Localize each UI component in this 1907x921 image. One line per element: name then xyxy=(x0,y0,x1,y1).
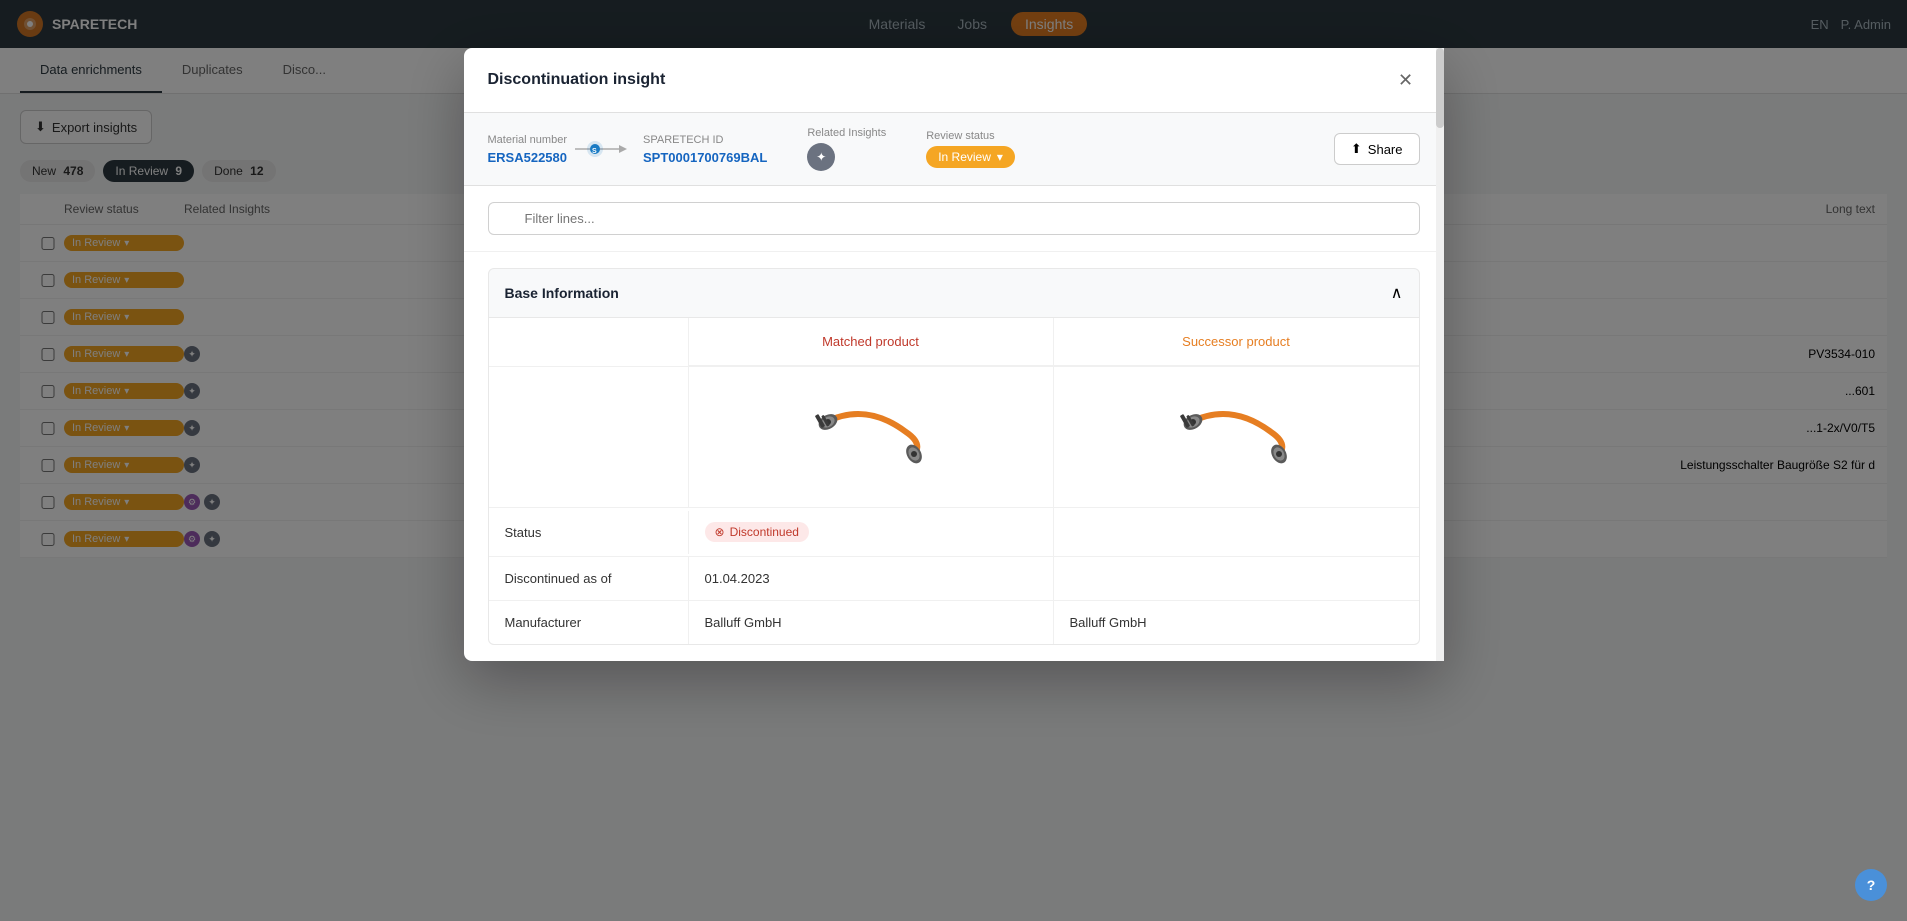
section-body: Matched product Successor product xyxy=(488,318,1420,645)
modal-title: Discontinuation insight xyxy=(488,71,666,89)
base-information-section: Base Information ∧ Matched product Succe… xyxy=(488,268,1420,645)
share-icon: ⬆ xyxy=(1351,141,1362,157)
discontinuation-modal: Discontinuation insight ✕ Material numbe… xyxy=(464,48,1444,661)
filter-lines-input[interactable] xyxy=(488,202,1420,235)
close-button[interactable]: ✕ xyxy=(1392,66,1420,94)
sparetech-id-label: SPARETECH ID xyxy=(643,134,767,146)
status-row: Status ⊗ Discontinued xyxy=(489,508,1419,557)
scrollbar-track[interactable] xyxy=(1436,48,1444,661)
filter-search-area: 🔍 xyxy=(464,186,1444,252)
section-header[interactable]: Base Information ∧ xyxy=(488,268,1420,318)
status-value: ⊗ Discontinued xyxy=(689,508,1054,556)
review-status-pill[interactable]: In Review ▾ xyxy=(926,146,1015,168)
product-images-row xyxy=(489,367,1419,508)
status-value-right xyxy=(1054,518,1419,546)
filter-input-wrap: 🔍 xyxy=(488,202,1420,235)
circle-x-icon: ⊗ xyxy=(715,525,725,539)
chevron-down-icon: ▾ xyxy=(997,150,1003,164)
successor-product-header: Successor product xyxy=(1054,318,1419,366)
share-button[interactable]: ⬆ Share xyxy=(1334,133,1420,165)
link-arrow: S xyxy=(575,139,635,159)
sparetech-id-value[interactable]: SPT0001700769BAL xyxy=(643,150,767,165)
discontinued-date-value: 01.04.2023 xyxy=(689,557,1054,600)
product-compare-header: Matched product Successor product xyxy=(489,318,1419,367)
review-status-group: Review status In Review ▾ xyxy=(926,130,1015,168)
scrollbar-thumb[interactable] xyxy=(1436,48,1444,128)
successor-product-image xyxy=(1054,367,1419,507)
share-btn-label: Share xyxy=(1368,142,1403,157)
modal-overlay[interactable]: Discontinuation insight ✕ Material numbe… xyxy=(0,0,1907,921)
manufacturer-row: Manufacturer Balluff GmbH Balluff GmbH xyxy=(489,601,1419,644)
successor-product-svg xyxy=(1171,392,1301,482)
status-label: Status xyxy=(489,511,689,554)
discontinued-badge: ⊗ Discontinued xyxy=(705,522,809,542)
review-status-label: Review status xyxy=(926,130,1015,142)
modal-header: Discontinuation insight ✕ xyxy=(464,48,1444,113)
manufacturer-matched: Balluff GmbH xyxy=(689,601,1054,644)
matched-product-image xyxy=(689,367,1054,507)
related-insights-group: Related Insights ✦ xyxy=(807,127,886,171)
matched-product-svg xyxy=(806,392,936,482)
modal-info-bar: Material number ERSA522580 S SPARETECH I… xyxy=(464,113,1444,186)
material-number-value[interactable]: ERSA522580 xyxy=(488,150,568,165)
related-insights-label: Related Insights xyxy=(807,127,886,139)
help-button[interactable]: ? xyxy=(1855,869,1887,901)
manufacturer-successor: Balluff GmbH xyxy=(1054,601,1419,644)
matched-product-header: Matched product xyxy=(689,318,1054,366)
related-insights-icon[interactable]: ✦ xyxy=(807,143,835,171)
section-title: Base Information xyxy=(505,285,619,301)
material-number-group: Material number ERSA522580 xyxy=(488,134,568,165)
sparetech-id-group: SPARETECH ID SPT0001700769BAL xyxy=(643,134,767,165)
material-link-area: Material number ERSA522580 S SPARETECH I… xyxy=(488,134,768,165)
modal-body[interactable]: 🔍 Base Information ∧ Matched product Suc… xyxy=(464,186,1444,661)
material-number-label: Material number xyxy=(488,134,568,146)
discontinued-date-row: Discontinued as of 01.04.2023 xyxy=(489,557,1419,601)
svg-text:S: S xyxy=(592,148,597,155)
chevron-up-icon: ∧ xyxy=(1391,283,1403,303)
discontinued-date-label: Discontinued as of xyxy=(489,557,689,600)
manufacturer-label: Manufacturer xyxy=(489,601,689,644)
